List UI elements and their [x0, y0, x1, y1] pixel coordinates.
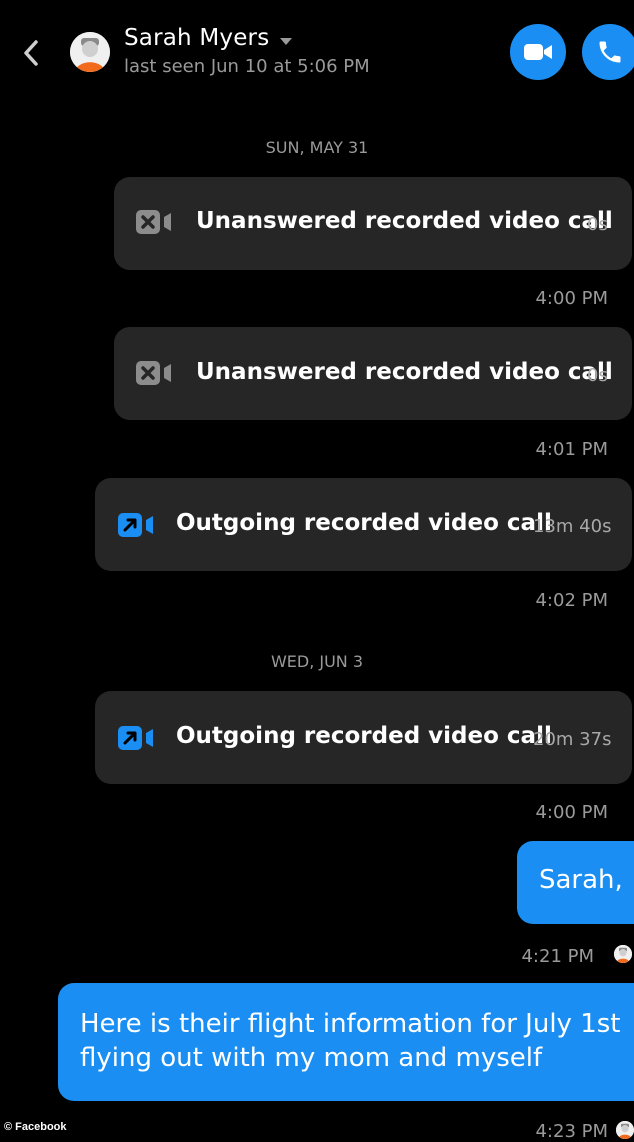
outgoing-video-icon — [118, 726, 153, 750]
outgoing-message-bubble[interactable]: Sarah, — [517, 841, 634, 924]
message-timestamp: 4:02 PM — [535, 590, 608, 611]
call-log-unanswered[interactable]: Unanswered recorded video call 0s — [114, 327, 632, 420]
call-label: Unanswered recorded video call — [196, 359, 613, 385]
message-timestamp: 4:21 PM — [521, 946, 594, 967]
missed-video-icon — [136, 361, 171, 385]
date-separator: WED, JUN 3 — [270, 652, 364, 671]
message-text: Here is their flight information for Jul… — [80, 1009, 621, 1073]
caret-down-icon[interactable] — [278, 35, 294, 47]
message-timestamp: 4:01 PM — [535, 439, 608, 460]
call-label: Unanswered recorded video call — [196, 208, 613, 234]
avatar-image — [70, 32, 110, 72]
read-receipt-avatar — [616, 1121, 634, 1139]
video-camera-icon — [524, 44, 552, 60]
video-call-button[interactable] — [510, 24, 566, 80]
call-label: Outgoing recorded video call — [176, 723, 552, 749]
missed-video-icon — [136, 210, 171, 234]
last-seen-status: last seen Jun 10 at 5:06 PM — [124, 56, 370, 77]
watermark: © Facebook — [4, 1121, 67, 1133]
call-log-outgoing[interactable]: Outgoing recorded video call 13m 40s — [95, 478, 632, 571]
message-timestamp: 4:00 PM — [535, 288, 608, 309]
avatar-image — [614, 945, 632, 963]
call-duration: 20m 37s — [533, 729, 612, 750]
phone-icon — [599, 41, 621, 63]
call-label: Outgoing recorded video call — [176, 510, 552, 536]
call-duration: 0s — [587, 365, 608, 386]
back-button[interactable] — [14, 34, 48, 72]
call-log-unanswered[interactable]: Unanswered recorded video call 0s — [114, 177, 632, 270]
call-duration: 0s — [587, 214, 608, 235]
message-timestamp: 4:00 PM — [535, 802, 608, 823]
outgoing-video-icon — [118, 513, 153, 537]
message-text: Sarah, — [539, 865, 623, 895]
read-receipt-avatar — [614, 945, 632, 963]
date-separator: SUN, MAY 31 — [265, 138, 369, 157]
call-duration: 13m 40s — [533, 516, 612, 537]
avatar[interactable] — [70, 32, 110, 72]
contact-name[interactable]: Sarah Myers — [124, 25, 269, 51]
outgoing-message-bubble[interactable]: Here is their flight information for Jul… — [58, 983, 634, 1101]
voice-call-button[interactable] — [582, 24, 634, 80]
avatar-image — [616, 1121, 634, 1139]
call-log-outgoing[interactable]: Outgoing recorded video call 20m 37s — [95, 691, 632, 784]
chevron-left-icon — [24, 40, 38, 66]
message-timestamp: 4:23 PM — [535, 1121, 608, 1142]
chat-header: Sarah Myers last seen Jun 10 at 5:06 PM — [0, 0, 634, 100]
